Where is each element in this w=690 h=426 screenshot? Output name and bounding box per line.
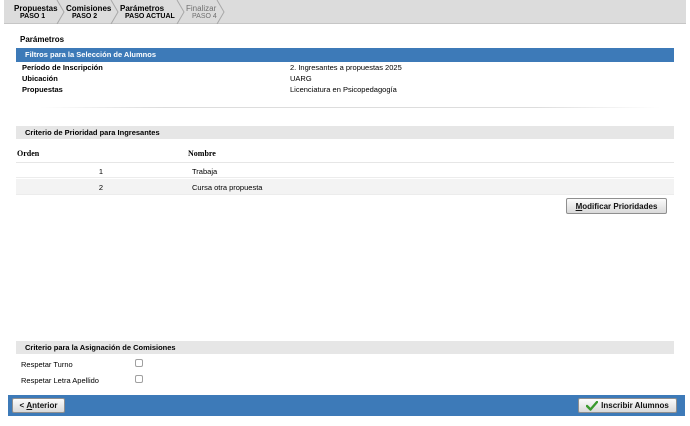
periodo-label: Período de Inscripción — [22, 63, 103, 72]
respetar-turno-label: Respetar Turno — [21, 360, 73, 369]
step-title: Comisiones — [66, 4, 112, 13]
step-title: Finalizar — [186, 4, 217, 13]
respetar-letra-label: Respetar Letra Apellido — [21, 376, 99, 385]
row-nombre: Cursa otra propuesta — [192, 183, 263, 192]
comisiones-header: Criterio para la Asignación de Comisione… — [16, 341, 674, 354]
anterior-button[interactable]: < Anterior — [12, 398, 65, 413]
modificar-prioridades-button[interactable]: Modificar Prioridades — [566, 198, 667, 214]
propuestas-label: Propuestas — [22, 85, 63, 94]
step-sub: PASO 1 — [20, 13, 46, 20]
modificar-label: odificar Prioridades — [582, 201, 658, 211]
table-row: 2 Cursa otra propuesta — [16, 179, 674, 195]
table-row: 1 Trabaja — [16, 162, 674, 178]
propuestas-value: Licenciatura en Psicopedagogía — [290, 85, 397, 94]
filtros-header: Filtros para la Selección de Alumnos — [16, 48, 674, 62]
step-sub: PASO 4 — [192, 13, 217, 20]
respetar-letra-checkbox[interactable] — [135, 375, 143, 383]
divider — [40, 107, 660, 108]
step-title: Propuestas — [14, 4, 58, 13]
step-sub: PASO 2 — [72, 13, 98, 20]
hotkey-m: M — [575, 201, 583, 211]
step-sub: PASO ACTUAL — [125, 13, 175, 20]
row-orden: 2 — [98, 183, 104, 192]
footer-bar: < Anterior Inscribir Alumnos — [8, 395, 685, 416]
prioridad-header: Criterio de Prioridad para Ingresantes — [16, 126, 674, 139]
step-title: Parámetros — [120, 4, 165, 13]
step-separator-icon — [56, 0, 65, 24]
ubicacion-label: Ubicación — [22, 74, 58, 83]
check-icon — [586, 400, 599, 411]
inscribir-label: Inscribir Alumnos — [601, 401, 669, 410]
page-title: Parámetros — [20, 35, 65, 44]
ubicacion-value: UARG — [290, 74, 312, 83]
periodo-value: 2. Ingresantes a propuestas 2025 — [290, 63, 402, 72]
respetar-turno-checkbox[interactable] — [135, 359, 143, 367]
step-separator-icon — [176, 0, 185, 24]
wizard-steps: Propuestas PASO 1 Comisiones PASO 2 Pará… — [4, 0, 686, 24]
col-header-nombre: Nombre — [188, 149, 216, 158]
step-separator-icon — [110, 0, 119, 24]
step-separator-icon — [216, 0, 225, 24]
row-nombre: Trabaja — [192, 167, 218, 176]
inscribir-alumnos-button[interactable]: Inscribir Alumnos — [578, 398, 677, 413]
anterior-prefix: < — [19, 401, 27, 410]
anterior-label: nterior — [32, 401, 58, 410]
row-orden: 1 — [98, 167, 104, 176]
col-header-orden: Orden — [17, 149, 40, 158]
